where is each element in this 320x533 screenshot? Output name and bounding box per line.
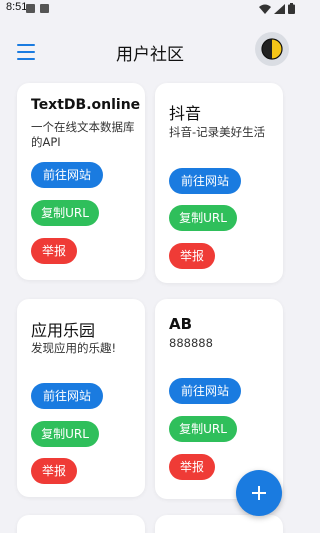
copy-url-button[interactable]: 复制URL bbox=[169, 205, 237, 231]
card-description: 一个在线文本数据库的API bbox=[31, 120, 135, 149]
card-title: TextDB.online bbox=[31, 97, 141, 113]
wifi-icon bbox=[259, 4, 271, 14]
signal-icon bbox=[274, 3, 285, 14]
status-time: 8:51 bbox=[6, 1, 28, 13]
card-description: 抖音-记录美好生活 bbox=[169, 125, 266, 139]
visit-site-button[interactable]: 前往网站 bbox=[169, 168, 241, 194]
visit-site-button[interactable]: 前往网站 bbox=[169, 378, 241, 404]
site-card-partial bbox=[155, 515, 283, 533]
status-indicators bbox=[259, 3, 295, 14]
report-button[interactable]: 举报 bbox=[31, 238, 77, 264]
battery-icon bbox=[288, 3, 295, 14]
status-bar: 8:51 bbox=[0, 0, 300, 18]
site-card: 抖音 抖音-记录美好生活 前往网站 复制URL 举报 bbox=[155, 83, 283, 283]
card-title: 应用乐园 bbox=[31, 321, 96, 340]
site-card: TextDB.online 一个在线文本数据库的API 前往网站 复制URL 举… bbox=[17, 83, 145, 280]
report-button[interactable]: 举报 bbox=[169, 454, 215, 480]
theme-toggle-button[interactable] bbox=[255, 32, 289, 66]
report-button[interactable]: 举报 bbox=[31, 458, 77, 484]
copy-url-button[interactable]: 复制URL bbox=[169, 416, 237, 442]
visit-site-button[interactable]: 前往网站 bbox=[31, 162, 103, 188]
visit-site-button[interactable]: 前往网站 bbox=[31, 383, 103, 409]
card-title: 抖音 bbox=[169, 104, 202, 123]
site-card-partial bbox=[17, 515, 145, 533]
copy-url-button[interactable]: 复制URL bbox=[31, 200, 99, 226]
notification-icon bbox=[26, 4, 35, 13]
notification-icon bbox=[40, 4, 49, 13]
site-card: 应用乐园 发现应用的乐趣! 前往网站 复制URL 举报 bbox=[17, 299, 145, 497]
report-button[interactable]: 举报 bbox=[169, 243, 215, 269]
site-card: AB 888888 前往网站 复制URL 举报 bbox=[155, 299, 283, 499]
copy-url-button[interactable]: 复制URL bbox=[31, 421, 99, 447]
card-title: AB bbox=[169, 315, 193, 333]
card-description: 发现应用的乐趣! bbox=[31, 341, 117, 355]
half-moon-icon bbox=[261, 38, 283, 60]
add-site-button[interactable] bbox=[236, 470, 282, 516]
card-description: 888888 bbox=[169, 336, 213, 350]
